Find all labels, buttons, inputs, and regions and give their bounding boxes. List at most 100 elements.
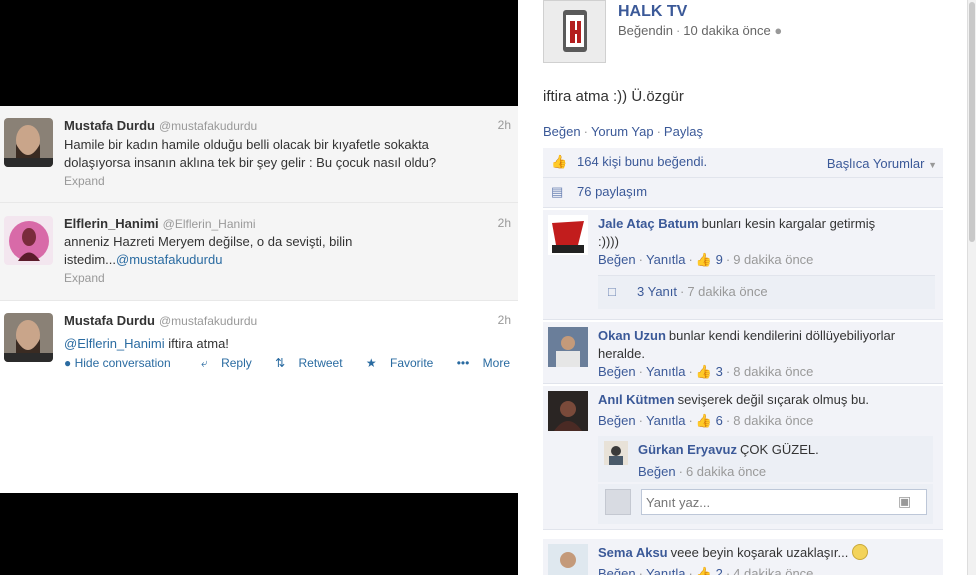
commenter-name[interactable]: Jale Ataç Batum [598, 216, 699, 231]
hide-conversation-label: Hide conversation [74, 356, 171, 370]
like-count[interactable]: 9 [716, 252, 723, 267]
comment-body: Anıl Kütmen sevişerek değil sıçarak olmuş… [598, 391, 933, 409]
favorite-button[interactable]: ★ Favorite [356, 356, 433, 370]
retweet-button[interactable]: ⇅ Retweet [265, 356, 342, 370]
page-avatar[interactable] [543, 0, 606, 63]
comment-time[interactable]: 9 dakika önce [733, 252, 813, 267]
caret-down-icon: ▼ [928, 160, 937, 170]
author-name[interactable]: Mustafa Durdu [64, 118, 155, 133]
avatar[interactable] [548, 327, 588, 367]
post-actions: Beğen · Yorum Yap · Paylaş [543, 124, 703, 139]
avatar[interactable] [548, 215, 588, 255]
more-label: More [482, 356, 510, 370]
author-name[interactable]: Elflerin_Hanimi [64, 216, 159, 231]
reply-button[interactable]: Yanıtla [646, 364, 686, 379]
comment-text: sevişerek değil sıçarak olmuş bu. [677, 392, 870, 407]
like-button[interactable]: Beğen [598, 566, 636, 575]
comment-text: bunlar kendi kendilerini döllüyebiliyorl… [668, 328, 896, 343]
avatar[interactable] [4, 118, 53, 167]
avatar[interactable] [548, 544, 588, 575]
like-count[interactable]: 2 [716, 566, 723, 575]
comment: Jale Ataç Batum bunları kesin kargalar ge… [543, 210, 943, 320]
commenter-name[interactable]: Sema Aksu [598, 545, 668, 560]
comment-time[interactable]: 4 dakika önce [733, 566, 813, 575]
page-name[interactable]: HALK TV [618, 3, 687, 21]
reply-button[interactable]: Yanıtla [646, 413, 686, 428]
dot-separator: · [725, 252, 731, 267]
top-comments-label: Başlıca Yorumlar [826, 156, 925, 171]
reply-icon: ⤶ [201, 356, 208, 370]
likes-row: 👍 164 kişi bunu beğendi. Başlıca Yorumla… [543, 148, 943, 178]
replies-time: 7 dakika önce [687, 284, 768, 299]
like-button[interactable]: Beğen [598, 252, 636, 267]
reply-time[interactable]: 6 dakika önce [686, 464, 766, 479]
expand-link[interactable]: Expand [64, 271, 105, 285]
tweet-2[interactable]: Elflerin_Hanimi @Elflerin_Hanimi 2h annen… [0, 203, 518, 301]
mention-link[interactable]: @Elflerin_Hanimi [64, 336, 165, 351]
tweet-time[interactable]: 2h [498, 118, 511, 132]
mention-link[interactable]: @mustafakudurdu [116, 252, 222, 267]
avatar[interactable] [4, 216, 53, 265]
like-button[interactable]: Beğen [543, 124, 581, 139]
dot-separator: · [656, 124, 661, 139]
like-count[interactable]: 6 [716, 413, 723, 428]
replies-label: 3 Yanıt [637, 284, 677, 299]
avatar[interactable] [548, 391, 588, 431]
like-button[interactable]: Beğen [638, 464, 676, 479]
dot-separator: · [688, 364, 693, 379]
like-button[interactable]: Beğen [598, 413, 636, 428]
hide-conversation-link[interactable]: ● Hide conversation [64, 356, 171, 370]
globe-icon: ● [774, 23, 783, 38]
star-icon: ★ [365, 356, 377, 370]
tweet-header: Mustafa Durdu @mustafakudurdu [64, 118, 257, 133]
scrollbar-thumb[interactable] [969, 2, 975, 242]
shares-count[interactable]: 76 paylaşım [577, 184, 647, 199]
tweet-text-line: dolaşıyorsa insanın aklına tek bir şey g… [64, 155, 437, 170]
tweet-text: @Elflerin_Hanimi iftira atma! [64, 335, 484, 353]
avatar[interactable] [604, 441, 628, 465]
scrollbar[interactable] [967, 0, 976, 575]
tweet-time[interactable]: 2h [498, 216, 511, 230]
like-icon: 👍 [695, 364, 712, 379]
more-button[interactable]: ••• More [447, 356, 510, 370]
commenter-name[interactable]: Anıl Kütmen [598, 392, 675, 407]
expand-link[interactable]: Expand [64, 174, 105, 188]
shares-row: ▤ 76 paylaşım [543, 178, 943, 208]
dot-separator: · [638, 364, 643, 379]
camera-icon[interactable]: ▣ [898, 493, 911, 510]
likes-count[interactable]: 164 kişi bunu beğendi. [577, 154, 707, 169]
replies-row[interactable]: □ 3 Yanıt · 7 dakika önce [598, 275, 935, 309]
reply-meta: Beğen · 6 dakika önce [638, 464, 766, 479]
like-icon: 👍 [695, 413, 712, 428]
tweet-1[interactable]: Mustafa Durdu @mustafakudurdu 2h Hamile b… [0, 106, 518, 203]
dot-separator: · [675, 23, 681, 38]
reply-button[interactable]: Yanıtla [646, 566, 686, 575]
like-button[interactable]: Beğen [598, 364, 636, 379]
reply-button[interactable]: Yanıtla [646, 252, 686, 267]
tweet-3[interactable]: Mustafa Durdu @mustafakudurdu 2h @Elfleri… [0, 301, 518, 421]
commenter-name[interactable]: Gürkan Eryavuz [638, 442, 737, 457]
top-comments-dropdown[interactable]: Başlıca Yorumlar ▼ [827, 156, 937, 171]
author-name[interactable]: Mustafa Durdu [64, 313, 155, 328]
like-count[interactable]: 3 [716, 364, 723, 379]
dot-separator: · [725, 566, 731, 575]
avatar[interactable] [4, 313, 53, 362]
liked-status: Beğendin [618, 23, 673, 38]
share-button[interactable]: Paylaş [664, 124, 703, 139]
tweet-text: anneniz Hazreti Meryem değilse, o da sev… [64, 233, 484, 269]
comment-text: veee beyin koşarak uzaklaşır... [670, 545, 849, 560]
post-time[interactable]: 10 dakika önce [683, 23, 770, 38]
retweet-icon: ⇅ [275, 356, 286, 370]
tweet-time[interactable]: 2h [498, 313, 511, 327]
author-handle[interactable]: @mustafakudurdu [159, 119, 257, 133]
reply-button[interactable]: ⤶ Reply [191, 356, 252, 370]
comment-time[interactable]: 8 dakika önce [733, 364, 813, 379]
comment-text: bunları kesin kargalar getirmiş [701, 216, 876, 231]
reply-input[interactable] [641, 489, 927, 515]
author-handle[interactable]: @mustafakudurdu [159, 314, 257, 328]
comment-button[interactable]: Yorum Yap [591, 124, 654, 139]
author-handle[interactable]: @Elflerin_Hanimi [163, 217, 256, 231]
facebook-screenshot: HALK TV Beğendin · 10 dakika önce ● iftira… [518, 0, 976, 575]
commenter-name[interactable]: Okan Uzun [598, 328, 666, 343]
comment-time[interactable]: 8 dakika önce [733, 413, 813, 428]
